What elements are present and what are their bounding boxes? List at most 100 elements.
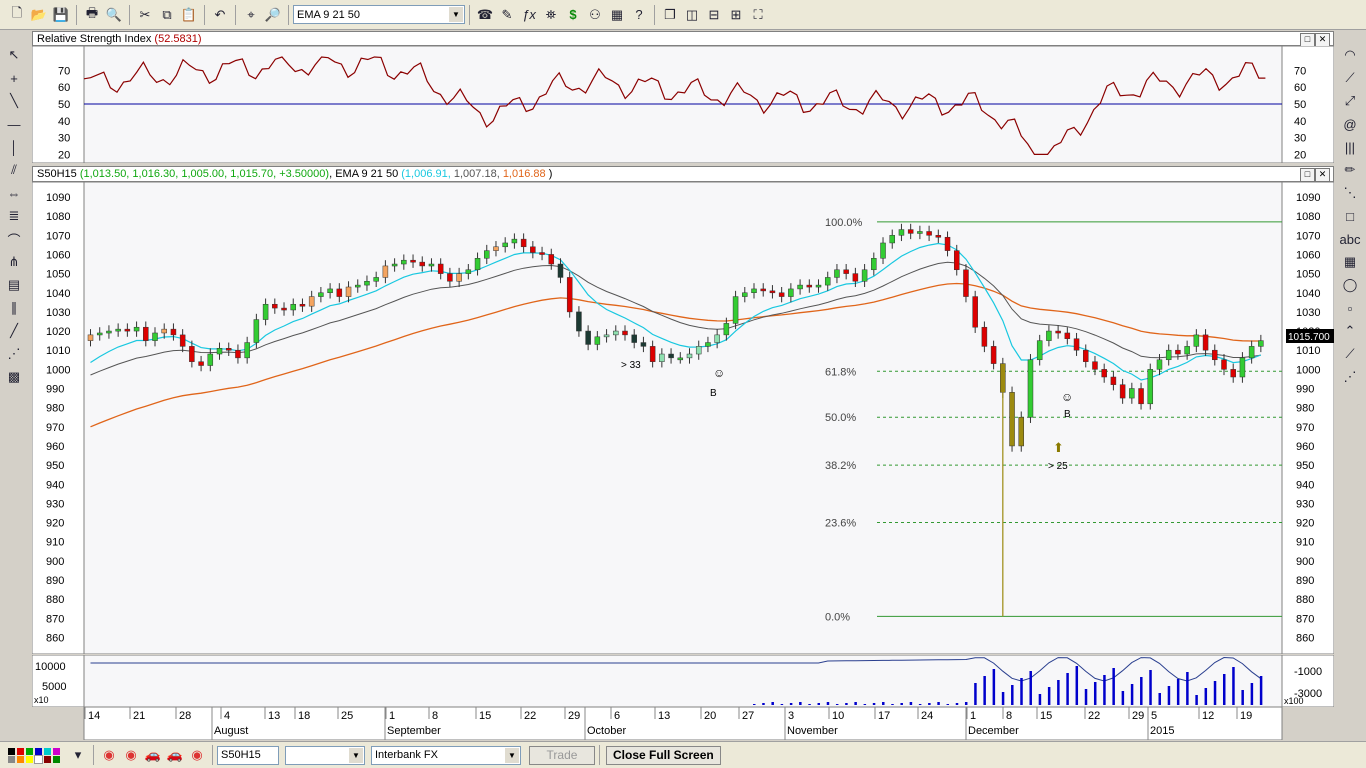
color-swatch[interactable]: [53, 755, 60, 763]
print-preview-icon[interactable]: 🔍: [104, 5, 124, 25]
save-icon[interactable]: 💾: [51, 5, 71, 25]
close-icon[interactable]: ✕: [1315, 168, 1330, 182]
tile-horizontal-icon[interactable]: ⊟: [704, 5, 724, 25]
function-icon[interactable]: ƒx: [519, 5, 539, 25]
print-icon[interactable]: 🖶: [82, 5, 102, 25]
candle-body: [990, 346, 997, 364]
candle-body: [686, 353, 693, 359]
color-swatch[interactable]: [8, 747, 15, 755]
speed-lines-icon[interactable]: ⟋: [1340, 68, 1360, 88]
crosshair-icon[interactable]: ⌖: [241, 5, 261, 25]
color-swatch[interactable]: [17, 755, 24, 763]
paste-icon[interactable]: 📋: [179, 5, 199, 25]
color-swatch[interactable]: [44, 747, 51, 755]
wifi-arc-icon[interactable]: ◠: [1340, 45, 1360, 65]
pitchfork-icon[interactable]: ⋔: [4, 252, 24, 272]
bars-icon[interactable]: |||: [1340, 137, 1360, 157]
regression-icon[interactable]: ⤢: [1340, 91, 1360, 111]
horizontal-line-icon[interactable]: —: [4, 114, 24, 134]
color-swatch[interactable]: [17, 747, 24, 755]
square-icon[interactable]: ▫: [1340, 298, 1360, 318]
color-swatch[interactable]: [44, 755, 51, 763]
browser-icon[interactable]: ◉: [187, 745, 207, 765]
indicator-select[interactable]: EMA 9 21 50 ▼: [293, 5, 465, 24]
color-swatch[interactable]: [34, 754, 43, 764]
binoculars-icon[interactable]: ⚇: [585, 5, 605, 25]
pointer-icon[interactable]: ↖: [4, 45, 24, 65]
up-arrow-icon[interactable]: ⌃: [1340, 321, 1360, 341]
fan-icon-2[interactable]: ⋰: [1340, 367, 1360, 387]
alert-icon[interactable]: ☎: [475, 5, 495, 25]
toolbar-separator: [288, 4, 289, 25]
browser-icon[interactable]: ◉: [99, 745, 119, 765]
empty-select[interactable]: ▼: [285, 745, 365, 765]
price-ytick-right: 1080: [1296, 211, 1320, 223]
scroll-icon[interactable]: ⇔: [4, 183, 24, 203]
text-icon[interactable]: abc: [1340, 229, 1361, 249]
car-icon[interactable]: 🚗: [165, 745, 185, 765]
candle-body: [751, 288, 757, 293]
arc-icon[interactable]: ⌒: [4, 229, 24, 249]
cascade-windows-icon[interactable]: ❐: [660, 5, 680, 25]
color-swatch[interactable]: [26, 755, 33, 763]
line-tool-icon[interactable]: ╲: [4, 91, 24, 111]
gann-icon[interactable]: ▤: [4, 275, 24, 295]
feed-select[interactable]: Interbank FX ▼: [371, 745, 521, 765]
close-icon[interactable]: ✕: [1315, 33, 1330, 47]
channel-icon[interactable]: ⫽: [4, 160, 24, 180]
car-icon[interactable]: 🚗: [143, 745, 163, 765]
symbol-input[interactable]: S50H15: [217, 745, 279, 765]
color-swatch[interactable]: [8, 755, 15, 763]
trade-button[interactable]: Trade: [529, 745, 595, 765]
script-icon[interactable]: ✎: [497, 5, 517, 25]
day-label: 5: [1151, 710, 1157, 722]
candle-body: [1221, 359, 1227, 370]
palette-dropdown-icon[interactable]: ▾: [68, 745, 88, 765]
cycle-lines-icon[interactable]: ∥: [4, 298, 24, 318]
price-ytick-right: 920: [1296, 518, 1314, 530]
chevron-down-icon[interactable]: ▼: [505, 747, 519, 763]
candle-body: [447, 273, 453, 282]
fibonacci-icon[interactable]: ≣: [4, 206, 24, 226]
color-swatch[interactable]: [53, 747, 60, 755]
vertical-line-icon[interactable]: │: [4, 137, 24, 157]
tile-grid-icon[interactable]: ⊞: [726, 5, 746, 25]
chevron-down-icon[interactable]: ▼: [449, 7, 463, 22]
close-full-screen-button[interactable]: Close Full Screen: [606, 745, 721, 765]
chevron-down-icon[interactable]: ▼: [349, 747, 363, 763]
dollar-icon[interactable]: $: [563, 5, 583, 25]
diagonal-icon[interactable]: ⟋: [1340, 344, 1360, 364]
maximize-icon[interactable]: □: [1300, 33, 1315, 47]
spiral-icon[interactable]: @: [1340, 114, 1360, 134]
fullscreen-icon[interactable]: ⛶: [748, 5, 768, 25]
new-file-icon[interactable]: 🗋: [7, 5, 27, 25]
crosshair-tool-icon[interactable]: +: [4, 68, 24, 88]
tile-vertical-icon[interactable]: ◫: [682, 5, 702, 25]
rectangle-icon[interactable]: □: [1340, 206, 1360, 226]
candle-body: [382, 265, 389, 278]
undo-icon[interactable]: ↶: [210, 5, 230, 25]
open-folder-icon[interactable]: 📂: [29, 5, 49, 25]
color-swatch[interactable]: [26, 747, 33, 755]
volume-bar: [789, 703, 793, 705]
fan-lines-icon[interactable]: ⋱: [1340, 183, 1360, 203]
color-palette[interactable]: [8, 747, 61, 764]
candle-body: [456, 273, 462, 282]
grid-edit-icon[interactable]: ▦: [607, 5, 627, 25]
help-icon[interactable]: ?: [629, 5, 649, 25]
price-ytick: 940: [46, 479, 64, 491]
scanner-icon[interactable]: ⛯: [541, 5, 561, 25]
color-swatch[interactable]: [35, 747, 42, 755]
trendline-icon[interactable]: ╱: [4, 321, 24, 341]
copy-icon[interactable]: ⧉: [157, 5, 177, 25]
zoom-icon[interactable]: 🔎: [263, 5, 283, 25]
price-ytick: 1040: [46, 288, 70, 300]
grid-icon[interactable]: ▦: [1340, 252, 1360, 272]
maximize-icon[interactable]: □: [1300, 168, 1315, 182]
pattern-icon[interactable]: ▩: [4, 367, 24, 387]
pencil-icon[interactable]: ✏: [1340, 160, 1360, 180]
ellipse-icon[interactable]: ◯: [1340, 275, 1360, 295]
cut-icon[interactable]: ✂: [135, 5, 155, 25]
fan-icon[interactable]: ⋰: [4, 344, 24, 364]
browser-icon[interactable]: ◉: [121, 745, 141, 765]
